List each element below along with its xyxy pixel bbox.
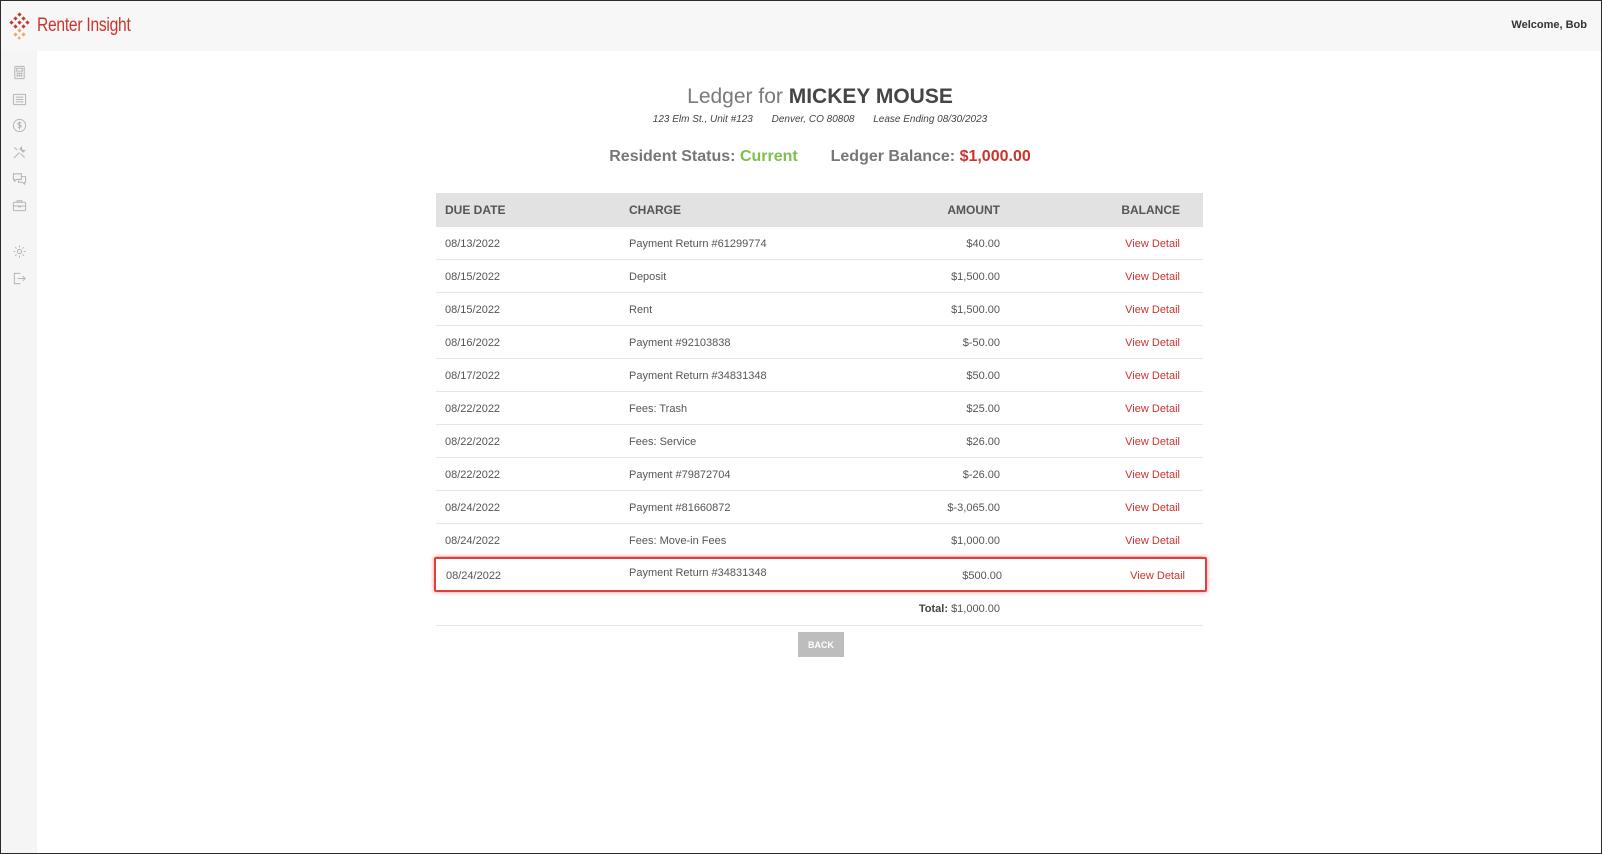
status-label: Resident Status: — [609, 148, 736, 165]
page-title: Ledger for MICKEY MOUSE — [37, 85, 1601, 109]
view-detail-link[interactable]: View Detail — [1125, 326, 1180, 360]
amount-cell: $25.00 — [966, 403, 1000, 415]
date-cell: 08/22/2022 — [445, 403, 501, 415]
balance-label: Ledger Balance: — [830, 148, 956, 165]
date-cell: 08/16/2022 — [445, 337, 501, 349]
app-window: Renter Insight Welcome, Bob Ledger for M… — [0, 0, 1602, 854]
amount-cell: $-3,065.00 — [947, 502, 1000, 514]
table-row: 08/24/2022 Payment Return #34831348 $500.0… — [434, 557, 1207, 592]
column-header-balance: BALANCE — [1121, 203, 1180, 217]
table-row: 08/22/2022 Fees: Trash $25.00 View Detail — [436, 392, 1203, 425]
logo-text: Renter Insight — [37, 15, 131, 36]
table-row: 08/15/2022 Deposit $1,500.00 View Detail — [436, 260, 1203, 293]
table-row: 08/24/2022 Payment #81660872 $-3,065.00 Vie… — [436, 491, 1203, 524]
view-detail-link[interactable]: View Detail — [1125, 227, 1180, 261]
view-detail-link[interactable]: View Detail — [1125, 260, 1180, 294]
date-cell: 08/13/2022 — [445, 238, 501, 250]
view-detail-link[interactable]: View Detail — [1125, 458, 1180, 492]
logo-mark-icon — [9, 12, 30, 40]
amount-cell: $500.00 — [962, 570, 1002, 582]
amount-cell: $40.00 — [966, 238, 1000, 250]
charge-cell: Rent — [629, 304, 653, 316]
calculator-icon[interactable] — [12, 65, 27, 80]
dollar-icon[interactable] — [12, 118, 27, 133]
ledger-table: DUE DATE CHARGE AMOUNT BALANCE 08/13/202… — [434, 193, 1207, 626]
view-detail-link[interactable]: View Detail — [1125, 491, 1180, 525]
charge-cell: Fees: Service — [629, 436, 697, 448]
table-row: 08/15/2022 Rent $1,500.00 View Detail — [436, 293, 1203, 326]
amount-cell: $1,500.00 — [951, 304, 1000, 316]
charge-cell: Payment #92103838 — [629, 337, 731, 349]
status-value: Current — [739, 148, 798, 165]
logo[interactable]: Renter Insight — [9, 11, 151, 41]
column-header-charge: CHARGE — [629, 203, 682, 217]
sidebar — [1, 51, 37, 853]
view-detail-link[interactable]: View Detail — [1125, 524, 1180, 558]
view-detail-link[interactable]: View Detail — [1125, 359, 1180, 393]
property-info: 123 Elm St., Unit #123 Denver, CO 80808 … — [37, 114, 1601, 125]
date-cell: 08/15/2022 — [445, 304, 501, 316]
resident-name: MICKEY MOUSE — [788, 85, 953, 108]
total-value: $1,000.00 — [951, 603, 1000, 615]
view-detail-link[interactable]: View Detail — [1130, 559, 1185, 593]
address: 123 Elm St., Unit #123 — [652, 114, 753, 125]
table-row: 08/24/2022 Fees: Move-in Fees $1,000.00 Vie… — [436, 524, 1203, 557]
charge-cell: Payment Return #34831348 — [629, 567, 767, 579]
amount-cell: $26.00 — [966, 436, 1000, 448]
amount-cell: $-50.00 — [962, 337, 1000, 349]
table-row: 08/13/2022 Payment Return #61299774 $40.00… — [436, 227, 1203, 260]
balance-value: $1,000.00 — [959, 148, 1031, 165]
table-row: 08/22/2022 Fees: Service $26.00 View Detail — [436, 425, 1203, 458]
view-detail-link[interactable]: View Detail — [1125, 293, 1180, 327]
date-cell: 08/17/2022 — [445, 370, 501, 382]
date-cell: 08/24/2022 — [446, 570, 502, 582]
welcome-text[interactable]: Welcome, Bob — [1511, 19, 1587, 31]
list-icon[interactable] — [12, 92, 27, 107]
chat-icon[interactable] — [12, 171, 27, 186]
charge-cell: Fees: Move-in Fees — [629, 535, 727, 547]
total-label: Total: — [918, 603, 948, 615]
view-detail-link[interactable]: View Detail — [1125, 425, 1180, 459]
table-row: 08/17/2022 Payment Return #34831348 $50.00… — [436, 359, 1203, 392]
table-row: 08/22/2022 Payment #79872704 $-26.00 View D… — [436, 458, 1203, 491]
amount-cell: $50.00 — [966, 370, 1000, 382]
table-row: 08/16/2022 Payment #92103838 $-50.00 View D… — [436, 326, 1203, 359]
title-prefix: Ledger for — [687, 85, 783, 108]
back-button[interactable]: BACK — [798, 632, 844, 657]
charge-cell: Fees: Trash — [629, 403, 688, 415]
total-row: Total: $1,000.00 — [436, 592, 1203, 626]
logout-icon[interactable] — [12, 271, 27, 286]
top-header: Renter Insight Welcome, Bob — [1, 1, 1601, 51]
charge-cell: Payment #81660872 — [629, 502, 731, 514]
date-cell: 08/22/2022 — [445, 436, 501, 448]
amount-cell: $1,500.00 — [951, 271, 1000, 283]
charge-cell: Payment #79872704 — [629, 469, 731, 481]
gear-icon[interactable] — [12, 244, 27, 259]
date-cell: 08/15/2022 — [445, 271, 501, 283]
date-cell: 08/22/2022 — [445, 469, 501, 481]
date-cell: 08/24/2022 — [445, 535, 501, 547]
charge-cell: Deposit — [629, 271, 667, 283]
briefcase-icon[interactable] — [12, 198, 27, 213]
date-cell: 08/24/2022 — [445, 502, 501, 514]
column-header-due-date: DUE DATE — [445, 203, 506, 217]
amount-cell: $-26.00 — [962, 469, 1000, 481]
city: Denver, CO 80808 — [771, 114, 855, 125]
column-header-amount: AMOUNT — [947, 203, 1000, 217]
charge-cell: Payment Return #61299774 — [629, 238, 767, 250]
status-summary: Resident Status: Current Ledger Balance:… — [37, 148, 1601, 166]
tools-icon[interactable] — [12, 145, 27, 160]
main-content: Ledger for MICKEY MOUSE 123 Elm St., Uni… — [37, 51, 1601, 853]
view-detail-link[interactable]: View Detail — [1125, 392, 1180, 426]
amount-cell: $1,000.00 — [951, 535, 1000, 547]
lease-ending: Lease Ending 08/30/2023 — [873, 114, 988, 125]
charge-cell: Payment Return #34831348 — [629, 370, 767, 382]
table-header: DUE DATE CHARGE AMOUNT BALANCE — [436, 193, 1203, 227]
